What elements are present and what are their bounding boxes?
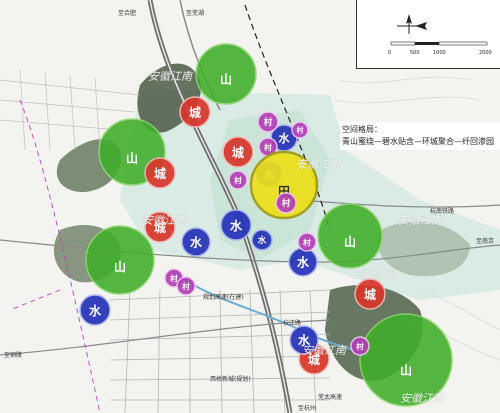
village-marker: 村 xyxy=(176,276,196,296)
mountain-label: 山 xyxy=(114,259,126,274)
watermark: 安徽江南 xyxy=(142,214,186,227)
water-label: 水 xyxy=(89,303,102,318)
village-marker: 村 xyxy=(275,192,297,214)
road-label: 至南京 xyxy=(476,238,495,245)
watermark: 安徽江南 xyxy=(350,268,394,281)
road-label: 杭江路 xyxy=(283,320,302,327)
mountain-marker: 山 xyxy=(195,43,257,105)
village-label: 村 xyxy=(297,126,304,135)
scale-tick: 0 xyxy=(388,50,391,56)
city-marker: 城 xyxy=(179,96,211,128)
mountain-label: 山 xyxy=(126,151,138,166)
village-marker: 村 xyxy=(228,170,248,190)
city-marker: 城 xyxy=(222,136,254,168)
scale-tick: 500 xyxy=(410,50,420,56)
road-label: 芜太高速 xyxy=(318,394,343,401)
road-label: 至芜湖 xyxy=(186,10,205,17)
road-label: 至铜陵 xyxy=(4,352,23,359)
water-label: 水 xyxy=(296,255,310,269)
road-label: 至杭州 xyxy=(298,405,317,412)
scale-bar xyxy=(390,41,488,46)
map-caption: 空间格局： 青山蜜绕—碧水贴含—环城聚合—纤回渗园 xyxy=(340,122,500,150)
watermark: 安徽江南 xyxy=(296,158,340,171)
village-label: 村 xyxy=(264,142,272,152)
city-label: 城 xyxy=(364,287,376,302)
city-label: 城 xyxy=(232,145,244,160)
village-marker: 村 xyxy=(297,232,317,252)
road-label: 规划高速(在建) xyxy=(203,294,244,301)
caption-title: 空间格局： xyxy=(342,125,382,134)
caption-subtitle: 青山蜜绕—碧水贴含—环城聚合—纤回渗园 xyxy=(342,137,494,146)
water-marker: 水 xyxy=(288,247,318,277)
city-label: 城 xyxy=(189,105,201,120)
village-label: 村 xyxy=(303,237,311,247)
scale-tick: 2000 xyxy=(479,50,492,56)
city-label: 城 xyxy=(154,166,166,181)
water-label: 水 xyxy=(257,235,267,246)
watermark: 安徽江南 xyxy=(400,392,444,405)
village-marker: 村 xyxy=(350,336,370,356)
village-marker: 村 xyxy=(257,111,279,133)
city-marker: 城 xyxy=(354,278,386,310)
water-label: 水 xyxy=(189,235,203,249)
village-marker: 村 xyxy=(291,121,309,139)
watermark: 安徽江南 xyxy=(148,70,192,83)
watermark: 安徽江南 xyxy=(398,214,442,227)
village-label: 村 xyxy=(356,341,364,351)
mountain-label: 山 xyxy=(400,363,412,378)
scale-tick: 1000 xyxy=(433,50,446,56)
water-label: 水 xyxy=(278,131,290,145)
water-marker: 水 xyxy=(181,227,211,257)
north-arrow-icon xyxy=(397,14,427,34)
village-label: 村 xyxy=(234,175,242,185)
road-label: 至合肥 xyxy=(118,10,137,17)
water-marker: 水 xyxy=(220,209,252,241)
mountain-label: 山 xyxy=(220,72,232,87)
village-label: 村 xyxy=(182,281,190,291)
road-label: 西桥新城(规划) xyxy=(210,376,251,383)
mountain-label: 山 xyxy=(344,234,356,249)
planning-map: 山山山山山城城城城城城水水水水水水水水村村村村村村村村田村 0 500 1000… xyxy=(0,0,500,413)
water-marker: 水 xyxy=(79,294,111,326)
mountain-marker: 山 xyxy=(317,203,383,269)
city-marker: 城 xyxy=(144,157,176,189)
mountain-marker: 山 xyxy=(85,225,155,295)
village-label: 村 xyxy=(282,198,291,209)
village-label: 村 xyxy=(264,117,273,128)
water-label: 水 xyxy=(230,218,243,233)
watermark: 安徽江南 xyxy=(302,344,346,357)
village-label: 村 xyxy=(170,273,178,283)
scale-and-north: 0 500 1000 2000 xyxy=(388,14,492,56)
legend-box: 0 500 1000 2000 xyxy=(356,0,500,69)
water-marker: 水 xyxy=(251,229,273,251)
